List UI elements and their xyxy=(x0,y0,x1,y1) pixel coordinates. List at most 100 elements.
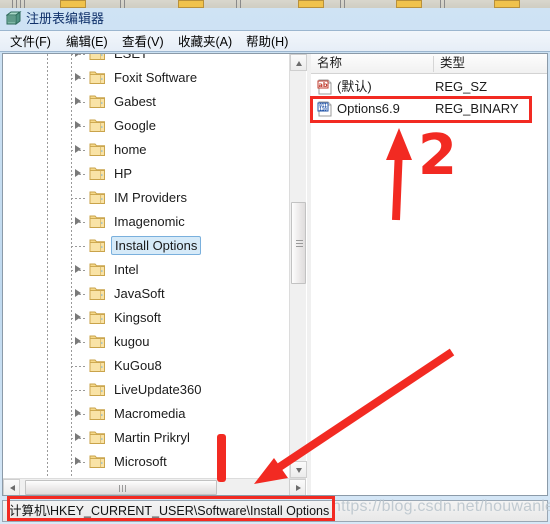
svg-text:110: 110 xyxy=(319,106,327,111)
client-area: ESET Foxit Software Gabest Google home HP IM P… xyxy=(2,53,548,496)
tree-item-kugou8[interactable]: KuGou8 xyxy=(3,354,289,378)
tree-item-microsoft[interactable]: Microsoft xyxy=(3,450,289,474)
tree-connector xyxy=(71,390,87,391)
chevron-right-icon[interactable] xyxy=(75,337,81,345)
chevron-right-icon[interactable] xyxy=(75,313,81,321)
tree-connector xyxy=(71,198,87,199)
registry-path: 计算机\HKEY_CURRENT_USER\Software\Install O… xyxy=(9,504,330,518)
tree-item-google[interactable]: Google xyxy=(3,114,289,138)
column-header-type[interactable]: 类型 xyxy=(434,54,547,73)
tree-item-kugou[interactable]: kugou xyxy=(3,330,289,354)
registry-tree[interactable]: ESET Foxit Software Gabest Google home HP IM P… xyxy=(3,54,289,478)
folder-icon xyxy=(89,310,106,325)
tree-item-label: Intel xyxy=(114,262,139,277)
folder-icon xyxy=(89,142,106,157)
chevron-right-icon[interactable] xyxy=(75,457,81,465)
folder-icon xyxy=(89,454,106,469)
menu-item-view[interactable]: 查看(V) xyxy=(120,33,166,51)
tree-vscroll-thumb[interactable] xyxy=(291,202,306,284)
tree-item-label: Microsoft xyxy=(114,454,167,469)
tree-item-imagenomic[interactable]: Imagenomic xyxy=(3,210,289,234)
tree-item-intel[interactable]: Intel xyxy=(3,258,289,282)
registry-editor-window: 注册表编辑器 文件(F) 编辑(E) 查看(V) 收藏夹(A) 帮助(H) ES… xyxy=(0,0,550,524)
binary-value-icon: 011 110 xyxy=(317,101,333,117)
menu-item-edit[interactable]: 编辑(E) xyxy=(64,33,110,51)
tree-item-foxit-software[interactable]: Foxit Software xyxy=(3,66,289,90)
folder-icon xyxy=(89,238,106,253)
scroll-right-button[interactable] xyxy=(289,479,306,495)
svg-text:ab: ab xyxy=(318,81,327,89)
registry-values-pane: 名称 类型 ab (默认) REG_SZ 011 110 Options6.9 … xyxy=(311,54,547,495)
tree-item-hp[interactable]: HP xyxy=(3,162,289,186)
chevron-right-icon[interactable] xyxy=(75,433,81,441)
menu-item-favorites[interactable]: 收藏夹(A) xyxy=(176,33,234,51)
tree-item-gabest[interactable]: Gabest xyxy=(3,90,289,114)
tree-item-label: Install Options xyxy=(111,236,202,255)
folder-icon xyxy=(89,406,106,421)
tree-item-label: KuGou8 xyxy=(114,358,162,373)
scroll-down-button[interactable] xyxy=(290,461,307,478)
chevron-right-icon[interactable] xyxy=(75,97,81,105)
chevron-right-icon[interactable] xyxy=(75,73,81,81)
tree-hscroll-thumb[interactable] xyxy=(25,480,217,495)
folder-icon xyxy=(89,358,106,373)
tree-vertical-scrollbar[interactable] xyxy=(289,54,307,478)
tree-item-label: LiveUpdate360 xyxy=(114,382,202,397)
tree-item-label: HP xyxy=(114,166,133,181)
chevron-right-icon[interactable] xyxy=(75,169,81,177)
scroll-left-button[interactable] xyxy=(3,479,20,495)
window-title: 注册表编辑器 xyxy=(26,11,105,26)
scroll-up-button[interactable] xyxy=(290,54,307,71)
folder-icon xyxy=(89,262,106,277)
folder-icon xyxy=(89,214,106,229)
tree-item-kingsoft[interactable]: Kingsoft xyxy=(3,306,289,330)
tree-item-martin-prikryl[interactable]: Martin Prikryl xyxy=(3,426,289,450)
tree-item-liveupdate360[interactable]: LiveUpdate360 xyxy=(3,378,289,402)
table-row[interactable]: 011 110 Options6.9 REG_BINARY xyxy=(311,98,547,120)
folder-icon xyxy=(89,382,106,397)
tree-item-home[interactable]: home xyxy=(3,138,289,162)
chevron-right-icon[interactable] xyxy=(75,54,81,57)
chevron-right-icon[interactable] xyxy=(75,289,81,297)
title-bar: 注册表编辑器 xyxy=(0,8,550,30)
chevron-right-icon[interactable] xyxy=(75,121,81,129)
tree-item-label: home xyxy=(114,142,147,157)
tree-item-label: Martin Prikryl xyxy=(114,430,190,445)
folder-icon xyxy=(89,334,106,349)
window-frame: 注册表编辑器 文件(F) 编辑(E) 查看(V) 收藏夹(A) 帮助(H) ES… xyxy=(0,8,550,524)
watermark: https://blog.csdn.net/houwanle xyxy=(332,498,550,515)
chevron-right-icon[interactable] xyxy=(75,265,81,273)
folder-icon xyxy=(89,166,106,181)
value-name: Options6.9 xyxy=(337,101,400,116)
tree-item-label: kugou xyxy=(114,334,150,349)
folder-icon xyxy=(89,286,106,301)
menu-item-file[interactable]: 文件(F) xyxy=(8,33,53,51)
string-value-icon: ab xyxy=(317,79,333,95)
tree-item-im-providers[interactable]: IM Providers xyxy=(3,186,289,210)
tree-item-macromedia[interactable]: Macromedia xyxy=(3,402,289,426)
tree-item-label: Google xyxy=(114,118,156,133)
column-header-name[interactable]: 名称 xyxy=(311,54,439,73)
tree-item-label: JavaSoft xyxy=(114,286,165,301)
folder-icon xyxy=(89,54,106,61)
chevron-right-icon[interactable] xyxy=(75,409,81,417)
tree-item-label: Foxit Software xyxy=(114,70,198,85)
chevron-right-icon[interactable] xyxy=(75,217,81,225)
chevron-right-icon[interactable] xyxy=(75,145,81,153)
table-row[interactable]: ab (默认) REG_SZ xyxy=(311,76,547,98)
value-type: REG_SZ xyxy=(435,79,488,94)
menu-item-help[interactable]: 帮助(H) xyxy=(244,33,290,51)
tree-item-eset[interactable]: ESET xyxy=(3,54,289,66)
folder-icon xyxy=(89,118,106,133)
folder-icon xyxy=(89,70,106,85)
folder-icon xyxy=(89,94,106,109)
tree-horizontal-scrollbar[interactable] xyxy=(3,478,306,495)
tree-item-javasoft[interactable]: JavaSoft xyxy=(3,282,289,306)
tree-item-label: IM Providers xyxy=(114,190,187,205)
tree-item-install-options[interactable]: Install Options xyxy=(3,234,289,258)
tree-item-label: Macromedia xyxy=(114,406,186,421)
registry-editor-icon xyxy=(5,11,22,27)
tree-item-label: Imagenomic xyxy=(114,214,185,229)
tree-connector xyxy=(71,366,87,367)
tree-item-label: Gabest xyxy=(114,94,156,109)
